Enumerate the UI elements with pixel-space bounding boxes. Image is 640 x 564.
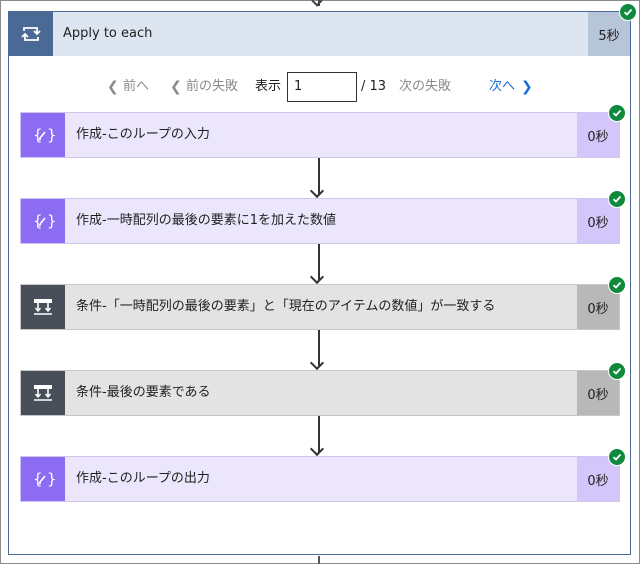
iteration-pager: ❮ 前へ ❮ 前の失敗 表示 / 13 次の失敗 次へ ❯ [9, 72, 630, 102]
step-success-check-icon [608, 448, 626, 466]
flow-arrowhead [309, 183, 325, 199]
svg-text:}: } [47, 470, 55, 488]
step-success-check-icon [608, 190, 626, 208]
svg-text:}: } [47, 212, 55, 230]
prev-failed-button[interactable]: 前の失敗 [186, 72, 238, 102]
compose-icon: { } [21, 199, 65, 243]
svg-text:{: { [33, 126, 43, 144]
apply-to-each-card: Apply to each 5秒 ❮ 前へ ❮ 前の失敗 表示 / 13 次の失… [8, 11, 631, 555]
loop-title: Apply to each [63, 26, 153, 41]
step-title: 作成-一時配列の最後の要素に1を加えた数値 [76, 213, 336, 228]
step-title: 作成-このループの入力 [76, 127, 210, 142]
condition-icon [21, 371, 65, 415]
outgoing-connector [318, 556, 320, 564]
next-failed-button[interactable]: 次の失敗 [399, 72, 451, 102]
step-title: 条件-最後の要素である [76, 385, 211, 400]
compose-icon: { } [21, 457, 65, 501]
prev-button[interactable]: 前へ [123, 72, 149, 102]
loop-icon [9, 12, 53, 56]
condition-icon [21, 285, 65, 329]
prev-chevron-icon: ❮ [107, 79, 119, 95]
show-label: 表示 [255, 79, 282, 94]
flow-arrowhead [309, 441, 325, 457]
compose-icon: { } [21, 113, 65, 157]
step-compose-last-plus-one[interactable]: { } 作成-一時配列の最後の要素に1を加えた数値 0秒 [20, 198, 620, 244]
step-compose-loop-input[interactable]: { } 作成-このループの入力 0秒 [20, 112, 620, 158]
step-success-check-icon [608, 104, 626, 122]
prev-failed-chevron-icon: ❮ [170, 79, 182, 95]
step-success-check-icon [608, 276, 626, 294]
svg-text:{: { [33, 470, 43, 488]
page-number-input[interactable] [287, 72, 357, 102]
step-success-check-icon [608, 362, 626, 380]
svg-text:}: } [47, 126, 55, 144]
loop-success-check-icon [619, 3, 637, 21]
apply-to-each-header[interactable]: Apply to each 5秒 [9, 12, 630, 56]
step-title: 条件-「一時配列の最後の要素」と「現在のアイテムの数値」が一致する [76, 299, 496, 314]
step-condition-is-last[interactable]: 条件-最後の要素である 0秒 [20, 370, 620, 416]
svg-text:{: { [33, 212, 43, 230]
page-total: / 13 [361, 79, 387, 94]
flow-arrowhead [309, 269, 325, 285]
step-compose-loop-output[interactable]: { } 作成-このループの出力 0秒 [20, 456, 620, 502]
next-button[interactable]: 次へ [489, 72, 515, 102]
step-condition-match[interactable]: 条件-「一時配列の最後の要素」と「現在のアイテムの数値」が一致する 0秒 [20, 284, 620, 330]
step-title: 作成-このループの出力 [76, 471, 210, 486]
next-chevron-icon: ❯ [521, 79, 533, 95]
flow-arrowhead [309, 355, 325, 371]
